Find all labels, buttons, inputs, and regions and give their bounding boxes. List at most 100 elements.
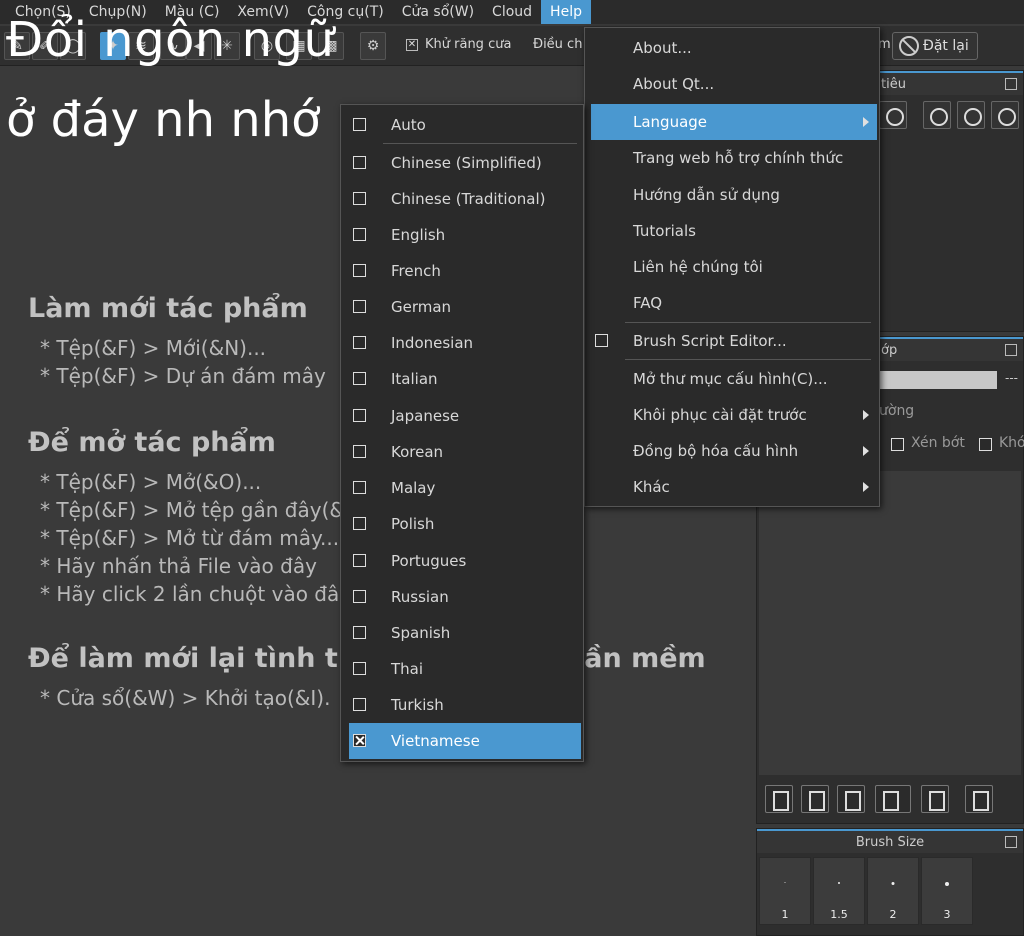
language-item-english[interactable]: English [341,217,583,253]
reset-button[interactable]: Đặt lại [892,32,978,60]
language-item-indonesian[interactable]: Indonesian [341,325,583,361]
menu-item-language[interactable]: Language [591,104,877,140]
popout-icon[interactable] [1005,78,1017,90]
language-label: Polish [391,515,435,533]
language-label: Turkish [391,696,444,714]
language-item-thai[interactable]: Thai [341,651,583,687]
language-checkbox [353,445,366,458]
menu-item-restore-settings[interactable]: Khôi phục cài đặt trước [585,397,879,433]
brush-size-label: 2 [889,908,897,921]
overlay-subtitle: ở đáy nh nhớ [6,92,321,148]
language-item-auto[interactable]: Auto [341,107,583,143]
language-label: Vietnamese [391,732,480,750]
open-work-line: * Tệp(&F) > Mở tệp gần đây(& [40,498,345,522]
menu-item-open-config-folder[interactable]: Mở thư mục cấu hình(C)... [585,361,879,397]
menu-window[interactable]: Cửa sổ(W) [393,0,483,24]
gear-icon[interactable]: ⚙ [360,32,386,60]
language-item-polish[interactable]: Polish [341,506,583,542]
restore-settings-label: Khôi phục cài đặt trước [633,406,807,424]
layer-actions [757,781,1024,821]
language-checkbox [353,662,366,675]
menu-item-about[interactable]: About... [585,30,879,66]
language-item-japanese[interactable]: Japanese [341,398,583,434]
menu-help[interactable]: Help [541,0,591,24]
language-checkbox [353,156,366,169]
menu-item-faq[interactable]: FAQ [585,285,879,321]
language-label: Auto [391,116,426,134]
brush-size-cell[interactable]: 2 [867,857,919,925]
menu-item-user-guide[interactable]: Hướng dẫn sử dụng [585,177,879,213]
language-checkbox [353,228,366,241]
menu-item-contact[interactable]: Liên hệ chúng tôi [585,249,879,285]
popout-icon[interactable] [1005,344,1017,356]
opacity-slider[interactable] [879,371,997,389]
menu-item-support-site[interactable]: Trang web hỗ trợ chính thức [585,140,879,176]
lock-checkbox[interactable] [979,438,992,451]
brush-size-cell[interactable]: 1 [759,857,811,925]
language-label: German [391,298,452,316]
language-label: Russian [391,588,449,606]
language-item-vietnamese[interactable]: Vietnamese [349,723,581,759]
reset-heading-text: Để làm mới lại tình tr [28,643,352,674]
language-item-chinese-simplified[interactable]: Chinese (Simplified) [341,145,583,181]
language-checkbox [353,698,366,711]
open-work-heading: Để mở tác phẩm [28,427,276,458]
language-checkbox [353,626,366,639]
duplicate-icon[interactable] [965,785,993,813]
lock-label: Khó [999,435,1024,451]
menu-item-other[interactable]: Khác [585,469,879,505]
language-item-italian[interactable]: Italian [341,361,583,397]
language-item-malay[interactable]: Malay [341,470,583,506]
brush-size-label: 3 [943,908,951,921]
brush-size-cell[interactable]: 1.5 [813,857,865,925]
fit-icon[interactable] [957,101,985,129]
language-checkbox [353,409,366,422]
new-layer-icon[interactable] [765,785,793,813]
language-item-korean[interactable]: Korean [341,434,583,470]
language-item-spanish[interactable]: Spanish [341,615,583,651]
open-work-line: * Hãy nhấn thả File vào đây [40,554,317,578]
rotate-right-icon[interactable] [991,101,1019,129]
brush-script-label: Brush Script Editor... [633,332,787,350]
antialias-checkbox[interactable]: ✕ [406,39,418,51]
new-work-section: Làm mới tác phẩm * Tệp(&F) > Mới(&N)... … [28,293,326,390]
language-item-french[interactable]: French [341,253,583,289]
new-layer-alt-icon[interactable] [837,785,865,813]
language-checkbox [353,264,366,277]
blend-mode-select[interactable]: ường [879,403,914,419]
brush-dot [891,882,895,885]
brush-size-label: 1 [781,908,789,921]
adjust-label: Điều ch [533,37,583,52]
clip-checkbox[interactable] [891,438,904,451]
open-work-line: * Tệp(&F) > Mở(&O)... [40,470,262,494]
language-label: Chinese (Simplified) [391,154,542,172]
language-checkbox [353,300,366,313]
language-item-russian[interactable]: Russian [341,579,583,615]
brush-dot [945,882,949,886]
rotate-left-icon[interactable] [923,101,951,129]
language-checkbox [353,481,366,494]
new-work-line: * Tệp(&F) > Dự án đám mây [40,364,326,388]
add-layer-dropdown-icon[interactable] [875,785,911,813]
menu-item-brush-script-editor[interactable]: Brush Script Editor... [585,323,879,359]
popout-icon[interactable] [1005,836,1017,848]
folder-icon[interactable] [921,785,949,813]
menu-item-about-qt[interactable]: About Qt... [585,66,879,102]
language-item-german[interactable]: German [341,289,583,325]
zoom-out-icon[interactable] [879,101,907,129]
menu-item-sync-settings[interactable]: Đồng bộ hóa cấu hình [585,433,879,469]
layer-list[interactable] [759,471,1021,775]
language-label: Portugues [391,552,467,570]
language-label: French [391,262,441,280]
menu-cloud[interactable]: Cloud [483,0,541,24]
menu-separator [625,359,871,360]
submenu-arrow-icon [863,482,869,492]
language-item-turkish[interactable]: Turkish [341,687,583,723]
language-item-chinese-traditional[interactable]: Chinese (Traditional) [341,181,583,217]
menu-item-tutorials[interactable]: Tutorials [585,213,879,249]
language-item-portugues[interactable]: Portugues [341,543,583,579]
submenu-arrow-icon [863,410,869,420]
open-work-line: * Hãy click 2 lần chuột vào đây [40,582,352,606]
brush-size-cell[interactable]: 3 [921,857,973,925]
new-raster-icon[interactable] [801,785,829,813]
